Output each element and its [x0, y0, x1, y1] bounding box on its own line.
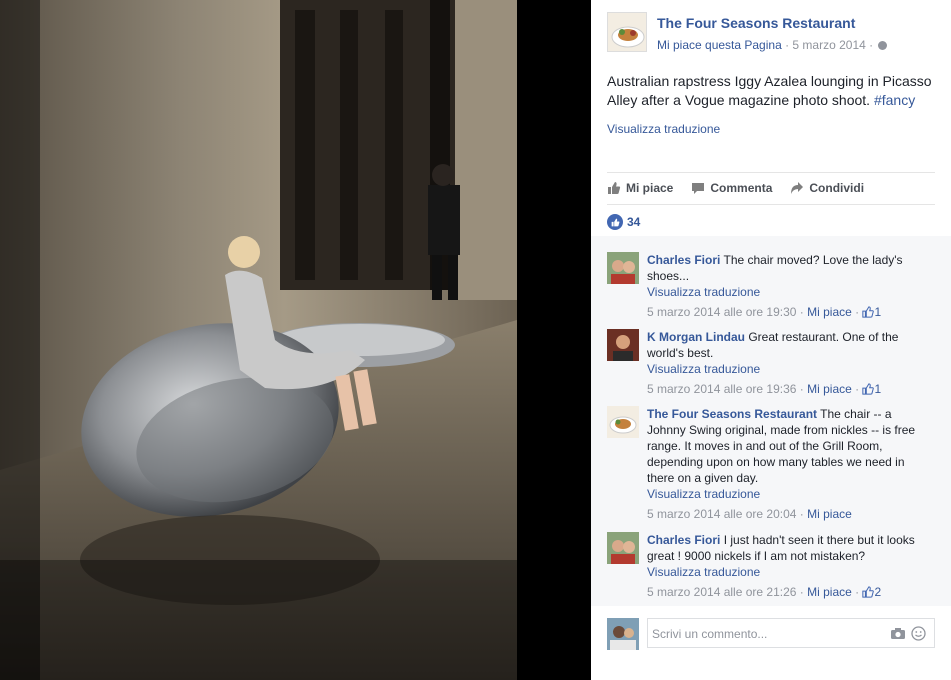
share-label: Condividi [809, 181, 865, 195]
thumbs-up-icon [862, 586, 875, 598]
comment-like-button[interactable]: Mi piace [807, 585, 852, 599]
page-name-link[interactable]: The Four Seasons Restaurant [657, 15, 855, 31]
current-user-avatar [607, 618, 639, 650]
post-header: The Four Seasons Restaurant Mi piace que… [607, 12, 937, 56]
comment-composer: Scrivi un commento... [607, 618, 937, 650]
comment-meta: 5 marzo 2014 alle ore 21:26 · Mi piace ·… [647, 585, 882, 599]
comment-translation-link[interactable]: Visualizza traduzione [647, 486, 929, 502]
divider [607, 172, 935, 173]
post-message: Australian rapstress Iggy Azalea loungin… [607, 72, 937, 110]
comment-translation-link[interactable]: Visualizza traduzione [647, 284, 929, 300]
likes-count: 34 [627, 215, 641, 229]
comment-meta: 5 marzo 2014 alle ore 19:36 · Mi piace ·… [647, 382, 882, 396]
thumbs-up-icon [608, 182, 621, 194]
comment-input[interactable]: Scrivi un commento... [647, 618, 935, 648]
comment-meta: 5 marzo 2014 alle ore 20:04 · Mi piace [647, 507, 852, 521]
comment-like-button[interactable]: Mi piace [807, 382, 852, 396]
like-button[interactable]: Mi piace [607, 178, 673, 198]
comment-body: Charles Fiori The chair moved? Love the … [647, 252, 929, 320]
comment-like-count[interactable]: 2 [874, 585, 881, 599]
comment-body: K Morgan Lindau Great restaurant. One of… [647, 329, 929, 397]
post-meta: Mi piace questa Pagina · 5 marzo 2014 · [657, 38, 888, 52]
share-button[interactable]: Condividi [790, 178, 864, 198]
thumbs-up-icon [862, 306, 875, 318]
post-actions: Mi piace Commenta Condividi [607, 178, 937, 198]
camera-icon[interactable] [890, 627, 906, 640]
post-date[interactable]: 5 marzo 2014 [792, 38, 865, 52]
avatar[interactable] [607, 329, 639, 361]
share-icon [791, 182, 804, 194]
comment-timestamp[interactable]: 5 marzo 2014 alle ore 19:36 [647, 382, 796, 396]
post-panel: The Four Seasons Restaurant Mi piace que… [591, 0, 951, 680]
comment-like-button[interactable]: Mi piace [807, 305, 852, 319]
comment-meta: 5 marzo 2014 alle ore 19:30 · Mi piace ·… [647, 305, 882, 319]
like-page-link[interactable]: Mi piace questa Pagina [657, 38, 782, 52]
comment-like-count[interactable]: 1 [874, 382, 881, 396]
comment-like-count[interactable]: 1 [874, 305, 881, 319]
comment-timestamp[interactable]: 5 marzo 2014 alle ore 20:04 [647, 507, 796, 521]
globe-icon [878, 41, 888, 50]
post-photo[interactable] [0, 0, 517, 680]
thumbs-up-icon [862, 383, 875, 395]
like-badge-icon [607, 214, 623, 230]
comment-body: The Four Seasons Restaurant The chair --… [647, 406, 929, 522]
comment-translation-link[interactable]: Visualizza traduzione [647, 361, 929, 377]
comment-timestamp[interactable]: 5 marzo 2014 alle ore 21:26 [647, 585, 796, 599]
page-avatar[interactable] [607, 12, 647, 52]
meta-separator: · [865, 38, 877, 52]
comment-icon [692, 183, 705, 194]
avatar[interactable] [607, 406, 639, 438]
avatar[interactable] [607, 532, 639, 564]
comment-timestamp[interactable]: 5 marzo 2014 alle ore 19:30 [647, 305, 796, 319]
hashtag-link[interactable]: #fancy [874, 92, 915, 108]
comment-button[interactable]: Commenta [691, 178, 772, 198]
likes-summary[interactable]: 34 [607, 214, 640, 230]
avatar[interactable] [607, 252, 639, 284]
comment-author[interactable]: K Morgan Lindau [647, 330, 745, 344]
like-label: Mi piace [626, 181, 674, 195]
photo-image [0, 0, 517, 680]
comment-author[interactable]: The Four Seasons Restaurant [647, 407, 817, 421]
comment-like-button[interactable]: Mi piace [807, 507, 852, 521]
comment-author[interactable]: Charles Fiori [647, 253, 720, 267]
meta-separator: · [781, 38, 793, 52]
comment-body: Charles Fiori I just hadn't seen it ther… [647, 532, 929, 600]
comment-author[interactable]: Charles Fiori [647, 533, 720, 547]
see-translation-link[interactable]: Visualizza traduzione [607, 122, 720, 136]
photo-viewer [0, 0, 591, 680]
emoji-icon[interactable] [911, 626, 926, 641]
divider [607, 204, 935, 205]
comment-label: Commenta [710, 181, 773, 195]
comment-input-placeholder: Scrivi un commento... [652, 627, 768, 641]
comment-translation-link[interactable]: Visualizza traduzione [647, 564, 929, 580]
